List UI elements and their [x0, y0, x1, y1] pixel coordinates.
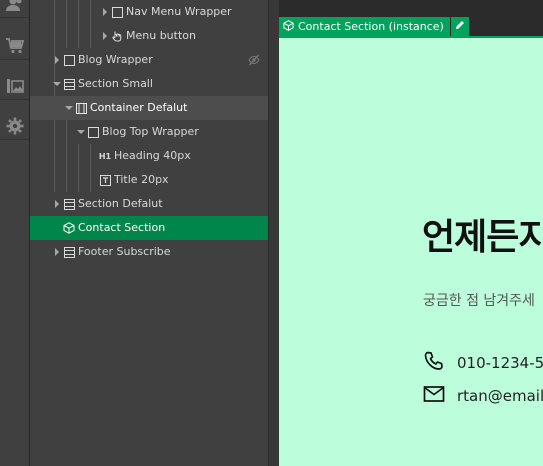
contact-phone: 010-1234-5 — [423, 351, 543, 375]
text-block-icon — [99, 174, 111, 186]
mail-icon — [423, 385, 445, 407]
selection-tag[interactable]: Contact Section (instance) — [279, 17, 469, 36]
contact-subtext: 궁금한 점 남겨주세 — [423, 293, 535, 309]
navigator-item-title-20px[interactable]: Title 20px — [30, 168, 268, 192]
section-icon — [63, 198, 75, 210]
box-icon — [87, 126, 99, 138]
navigator-item-blog-wrapper[interactable]: Blog Wrapper — [30, 48, 268, 72]
edit-component-button[interactable] — [450, 17, 469, 36]
contact-email: rtan@email. — [423, 384, 543, 408]
phone-number: 010-1234-5 — [457, 354, 543, 372]
settings-icon[interactable] — [0, 112, 29, 140]
navigator-item-heading-40px[interactable]: H1 Heading 40px — [30, 144, 268, 168]
navigator-item-label: Nav Menu Wrapper — [126, 5, 232, 18]
section-icon — [63, 78, 75, 90]
navigator-item-label: Footer Subscribe — [78, 245, 171, 258]
navigator-item-nav-menu-wrapper[interactable]: Nav Menu Wrapper — [30, 0, 268, 24]
navigator-panel: Nav Menu Wrapper Menu button Blog Wrappe… — [30, 0, 268, 466]
container-icon — [75, 102, 87, 114]
caret-down-icon[interactable] — [77, 128, 85, 136]
phone-icon — [423, 350, 445, 376]
navigator-item-label: Heading 40px — [114, 149, 191, 162]
navigator-item-section-small[interactable]: Section Small — [30, 72, 268, 96]
caret-down-icon[interactable] — [65, 104, 73, 112]
eye-slash-icon[interactable] — [248, 54, 260, 66]
email-address: rtan@email. — [457, 387, 543, 405]
navigator-item-blog-top-wrapper[interactable]: Blog Top Wrapper — [30, 120, 268, 144]
navigator-item-label: Container Defalut — [90, 101, 188, 114]
design-canvas[interactable]: Contact Section (instance) 언제든지 궁금한 점 남겨… — [279, 0, 543, 466]
navigator-item-contact-section[interactable]: Contact Section — [30, 216, 268, 240]
caret-right-icon[interactable] — [53, 56, 61, 64]
component-icon — [63, 222, 75, 234]
users-icon[interactable] — [0, 0, 29, 18]
contact-section[interactable]: 언제든지 궁금한 점 남겨주세 010-1234-5 rtan@email. — [279, 36, 543, 466]
navigator-item-label: Contact Section — [78, 221, 166, 234]
media-icon[interactable] — [0, 72, 29, 100]
navigator-item-section-defalut[interactable]: Section Defalut — [30, 192, 268, 216]
caret-right-icon[interactable] — [53, 200, 61, 208]
caret-down-icon[interactable] — [53, 80, 61, 88]
component-icon — [283, 19, 294, 34]
navigator-item-menu-button[interactable]: Menu button — [30, 24, 268, 48]
hand-pointer-icon — [111, 30, 123, 42]
box-icon — [63, 54, 75, 66]
pencil-icon — [455, 20, 465, 33]
caret-right-icon[interactable] — [101, 8, 109, 16]
navigator-item-label: Blog Wrapper — [78, 53, 153, 66]
section-icon — [63, 246, 75, 258]
navigator-item-label: Section Small — [78, 77, 153, 90]
caret-right-icon[interactable] — [101, 32, 109, 40]
caret-right-icon[interactable] — [53, 248, 61, 256]
selection-tag-text: Contact Section (instance) — [298, 20, 444, 33]
navigator-item-label: Blog Top Wrapper — [102, 125, 199, 138]
icon-rail — [0, 0, 30, 466]
heading-icon: H1 — [98, 151, 112, 161]
navigator-item-label: Section Defalut — [78, 197, 163, 210]
navigator-item-footer-subscribe[interactable]: Footer Subscribe — [30, 240, 268, 264]
panel-scrollbar[interactable] — [268, 0, 279, 466]
navigator-item-label: Title 20px — [114, 173, 169, 186]
navigator-item-container-defalut[interactable]: Container Defalut — [30, 96, 268, 120]
selection-tag-label[interactable]: Contact Section (instance) — [279, 17, 450, 36]
box-icon — [111, 6, 123, 18]
contact-heading: 언제든지 — [422, 217, 543, 258]
cart-icon[interactable] — [0, 32, 29, 60]
navigator-item-label: Menu button — [126, 29, 196, 42]
